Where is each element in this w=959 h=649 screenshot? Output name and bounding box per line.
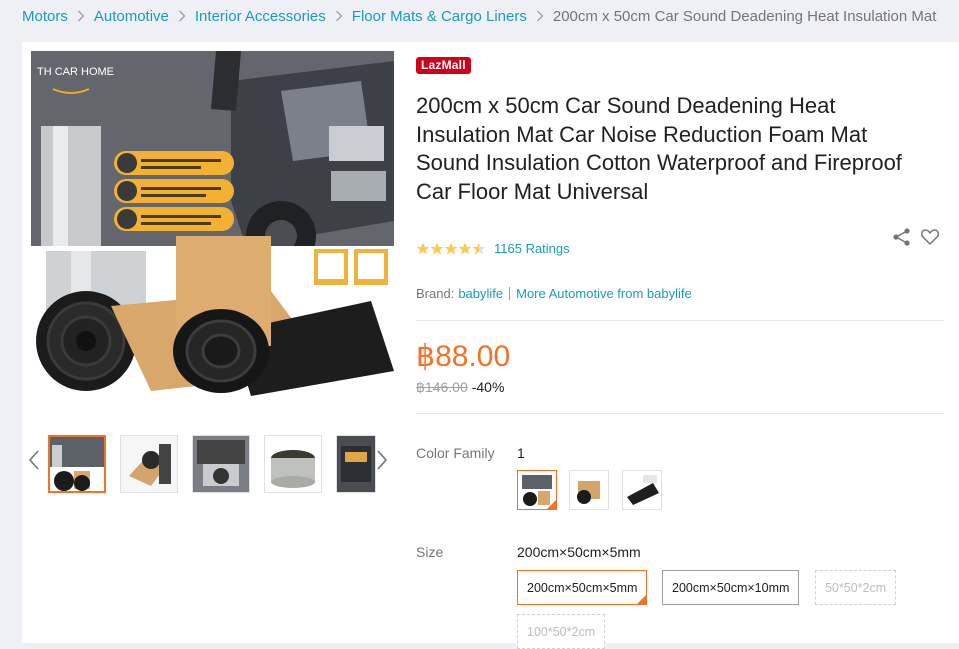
brand-label: Brand: <box>416 286 455 301</box>
rating-row: 1165 Ratings <box>416 241 570 256</box>
breadcrumb-link-interior-accessories[interactable]: Interior Accessories <box>195 8 326 25</box>
thumbnail-next-button[interactable] <box>372 445 392 475</box>
divider <box>416 413 944 414</box>
selected-corner-marker <box>637 595 647 604</box>
chevron-right-icon <box>377 450 388 470</box>
chevron-right-icon <box>335 10 343 22</box>
heart-icon[interactable] <box>920 227 940 247</box>
color-family-label: Color Family <box>416 445 495 461</box>
breadcrumb-link-floor-mats[interactable]: Floor Mats & Cargo Liners <box>352 8 527 25</box>
size-value: 200cm×50cm×5mm <box>517 544 641 560</box>
size-option-label: 100*50*2cm <box>527 624 596 639</box>
color-swatch-2[interactable] <box>569 470 609 510</box>
brand-row: Brand: babylife More Automotive from bab… <box>416 286 692 301</box>
color-swatch-3[interactable] <box>622 470 662 510</box>
size-option-label: 200cm×50cm×5mm <box>527 580 638 595</box>
breadcrumb: Motors Automotive Interior Accessories F… <box>0 0 959 32</box>
current-price: ฿88.00 <box>416 340 511 373</box>
main-product-image[interactable]: TH CAR HOME <box>31 51 394 414</box>
product-title: 200cm x 50cm Car Sound Deadening Heat In… <box>416 93 902 204</box>
size-option-50x50x2cm: 50*50*2cm <box>815 570 897 605</box>
color-swatch-1[interactable] <box>517 470 557 510</box>
more-from-brand-link[interactable]: More Automotive from babylife <box>516 286 692 301</box>
thumbnail-prev-button[interactable] <box>24 445 44 475</box>
divider <box>416 320 944 321</box>
old-price-row: ฿146.00 -40% <box>416 379 504 396</box>
thumbnail-4[interactable] <box>264 435 322 493</box>
lazmall-badge: LazMall <box>416 57 471 74</box>
original-price: ฿146.00 <box>416 379 468 395</box>
thumbnail-3[interactable] <box>192 435 250 493</box>
brand-watermark: TH CAR HOME <box>37 66 114 78</box>
chevron-left-icon <box>28 450 39 470</box>
size-option-200x50x5mm[interactable]: 200cm×50cm×5mm <box>517 570 648 605</box>
size-label: Size <box>416 544 444 560</box>
breadcrumb-link-automotive[interactable]: Automotive <box>94 8 169 25</box>
ratings-count-link[interactable]: 1165 Ratings <box>494 241 570 256</box>
share-icon[interactable] <box>892 227 912 247</box>
breadcrumb-link-motors[interactable]: Motors <box>22 8 68 25</box>
thumbnail-1[interactable] <box>48 435 106 493</box>
thumbnail-5[interactable] <box>336 435 376 493</box>
selected-corner-marker <box>547 500 556 509</box>
chevron-right-icon <box>77 10 85 22</box>
breadcrumb-current: 200cm x 50cm Car Sound Deadening Heat In… <box>552 7 937 25</box>
size-option-200x50x10mm[interactable]: 200cm×50cm×10mm <box>662 570 800 605</box>
color-family-value: 1 <box>517 445 525 461</box>
size-option-label: 50*50*2cm <box>825 580 887 595</box>
discount-badge: -40% <box>471 379 505 395</box>
rating-stars[interactable] <box>416 242 486 256</box>
size-option-100x50x2cm: 100*50*2cm <box>517 614 606 649</box>
product-card: TH CAR HOME LazMall 200cm x 50cm Car Sou… <box>22 42 959 649</box>
size-option-label: 200cm×50cm×10mm <box>672 580 790 595</box>
thumbnail-strip <box>22 426 406 493</box>
star-rating-icon <box>416 242 486 255</box>
chevron-right-icon <box>178 10 186 22</box>
brand-divider <box>509 287 511 300</box>
brand-link[interactable]: babylife <box>458 286 503 301</box>
thumbnail-2[interactable] <box>120 435 178 493</box>
chevron-right-icon <box>536 10 544 22</box>
